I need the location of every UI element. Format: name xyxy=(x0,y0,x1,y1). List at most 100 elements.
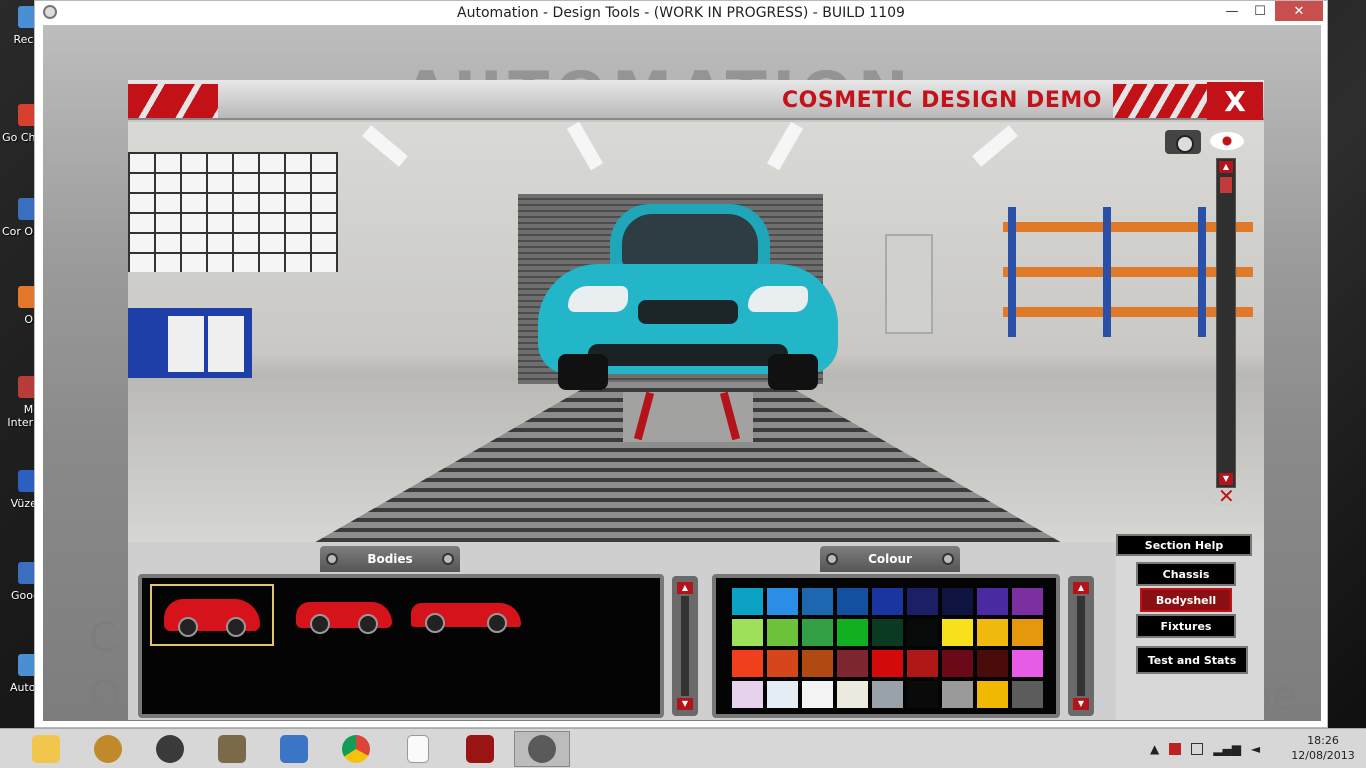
app-icon xyxy=(94,735,122,763)
scroll-down-arrow-icon[interactable]: ▼ xyxy=(1073,698,1089,710)
bodyshell-button[interactable]: Bodyshell xyxy=(1140,588,1232,612)
car-thumbnail-icon xyxy=(296,602,392,634)
colour-swatch[interactable] xyxy=(767,650,798,677)
colour-swatch[interactable] xyxy=(907,681,938,708)
camera-icon[interactable] xyxy=(1165,130,1201,154)
colour-swatch[interactable] xyxy=(872,681,903,708)
fixtures-button[interactable]: Fixtures xyxy=(1136,614,1236,638)
app-window: Automation - Design Tools - (WORK IN PRO… xyxy=(34,0,1328,728)
scroll-up-arrow-icon[interactable]: ▲ xyxy=(677,582,693,594)
chassis-button[interactable]: Chassis xyxy=(1136,562,1236,586)
bodies-tab: Bodies xyxy=(320,546,460,572)
header-stripe-decoration xyxy=(128,84,218,118)
colour-swatch[interactable] xyxy=(732,588,763,615)
colour-scrollbar[interactable]: ▲ ▼ xyxy=(1068,576,1094,716)
car-windshield xyxy=(622,214,758,266)
taskbar-automation[interactable] xyxy=(514,731,570,767)
car-thumbnail-icon xyxy=(164,599,260,637)
tray-expand-icon[interactable]: ▲ xyxy=(1150,742,1159,756)
taskbar-power-app[interactable] xyxy=(454,731,506,767)
tray-volume-icon[interactable]: ◄ xyxy=(1251,742,1260,756)
colour-swatch[interactable] xyxy=(1012,650,1043,677)
colour-swatch[interactable] xyxy=(872,588,903,615)
3d-viewport[interactable]: ▲ ▼ xyxy=(128,122,1264,542)
taskbar-clock[interactable]: 18:26 12/08/2013 xyxy=(1288,733,1358,763)
scroll-track[interactable] xyxy=(681,596,689,696)
colour-swatch[interactable] xyxy=(1012,588,1043,615)
colour-swatch[interactable] xyxy=(837,681,868,708)
colour-swatch[interactable] xyxy=(977,588,1008,615)
panel-header: COSMETIC DESIGN DEMO X xyxy=(128,80,1264,120)
colour-swatch[interactable] xyxy=(942,681,973,708)
colour-swatch[interactable] xyxy=(977,681,1008,708)
bodies-scrollbar[interactable]: ▲ ▼ xyxy=(672,576,698,716)
colour-swatch[interactable] xyxy=(802,619,833,646)
taskbar-chrome[interactable] xyxy=(330,731,382,767)
body-option-hatchback[interactable] xyxy=(150,584,274,646)
app-icon[interactable] xyxy=(43,5,57,19)
app-client-area: AUTOMATION C O me COSMETIC DESIGN DEMO X xyxy=(43,25,1321,721)
colour-swatch[interactable] xyxy=(872,650,903,677)
car-lower-intake xyxy=(588,344,788,366)
settings-icon xyxy=(280,735,308,763)
blue-cabinet xyxy=(128,308,252,378)
colour-swatch[interactable] xyxy=(907,650,938,677)
panel-title: COSMETIC DESIGN DEMO xyxy=(782,88,1102,113)
close-panel-button[interactable]: X xyxy=(1207,82,1263,120)
colour-swatch[interactable] xyxy=(977,650,1008,677)
section-menu: Section Help Chassis Bodyshell Fixtures … xyxy=(1116,534,1264,720)
taskbar-speaker[interactable] xyxy=(144,731,196,767)
colour-swatch[interactable] xyxy=(767,588,798,615)
colour-swatch[interactable] xyxy=(732,650,763,677)
body-option-coupe[interactable] xyxy=(282,584,406,646)
colour-swatch[interactable] xyxy=(942,619,973,646)
colour-swatch[interactable] xyxy=(732,619,763,646)
section-help-button[interactable]: Section Help xyxy=(1116,534,1252,556)
eye-icon[interactable] xyxy=(1210,132,1244,150)
taskbar-settings[interactable] xyxy=(268,731,320,767)
maximize-button[interactable]: ☐ xyxy=(1247,1,1273,21)
body-option-sports[interactable] xyxy=(404,584,528,646)
colour-swatch[interactable] xyxy=(767,619,798,646)
zoom-scrollbar[interactable]: ▲ ▼ xyxy=(1216,158,1236,488)
taskbar-file-explorer[interactable] xyxy=(20,731,72,767)
scroll-down-arrow-icon[interactable]: ▼ xyxy=(677,698,693,710)
colour-swatch[interactable] xyxy=(907,588,938,615)
tray-signal-icon[interactable]: ▂▄▆ xyxy=(1213,742,1241,756)
colour-swatch[interactable] xyxy=(767,681,798,708)
colour-swatch[interactable] xyxy=(907,619,938,646)
window-titlebar[interactable]: Automation - Design Tools - (WORK IN PRO… xyxy=(35,1,1327,25)
scroll-up-arrow-icon[interactable]: ▲ xyxy=(1073,582,1089,594)
colour-swatch[interactable] xyxy=(837,650,868,677)
colour-swatch[interactable] xyxy=(1012,619,1043,646)
tray-battery-icon[interactable] xyxy=(1191,743,1204,755)
colour-swatch[interactable] xyxy=(942,650,973,677)
cosmetic-design-panel: COSMETIC DESIGN DEMO X ▲ ▼ ✕ Bodies ▲ ▼ … xyxy=(128,80,1264,720)
test-and-stats-button[interactable]: Test and Stats xyxy=(1136,646,1248,674)
background-text: C xyxy=(89,615,117,661)
taskbar-blank-file[interactable] xyxy=(392,731,444,767)
colour-swatch[interactable] xyxy=(802,650,833,677)
power-app-icon xyxy=(466,735,494,763)
car-model[interactable] xyxy=(538,204,838,404)
colour-swatch[interactable] xyxy=(837,588,868,615)
taskbar-app[interactable] xyxy=(82,731,134,767)
colour-swatch[interactable] xyxy=(732,681,763,708)
colour-swatch[interactable] xyxy=(872,619,903,646)
scroll-thumb[interactable] xyxy=(1220,177,1232,193)
close-window-button[interactable]: ✕ xyxy=(1275,1,1323,21)
ceiling-light xyxy=(566,122,604,171)
colour-swatch[interactable] xyxy=(802,588,833,615)
taskbar-doc[interactable] xyxy=(206,731,258,767)
colour-swatch[interactable] xyxy=(802,681,833,708)
colour-swatch[interactable] xyxy=(977,619,1008,646)
colour-swatch[interactable] xyxy=(942,588,973,615)
scroll-track[interactable] xyxy=(1077,596,1085,696)
tray-app-icon[interactable] xyxy=(1169,743,1182,755)
minimize-button[interactable]: — xyxy=(1219,1,1245,21)
colour-swatch[interactable] xyxy=(837,619,868,646)
colour-swatch[interactable] xyxy=(1012,681,1043,708)
car-grille xyxy=(638,300,738,324)
scroll-up-arrow-icon[interactable]: ▲ xyxy=(1219,161,1233,173)
eye-off-icon[interactable] xyxy=(1208,484,1242,508)
